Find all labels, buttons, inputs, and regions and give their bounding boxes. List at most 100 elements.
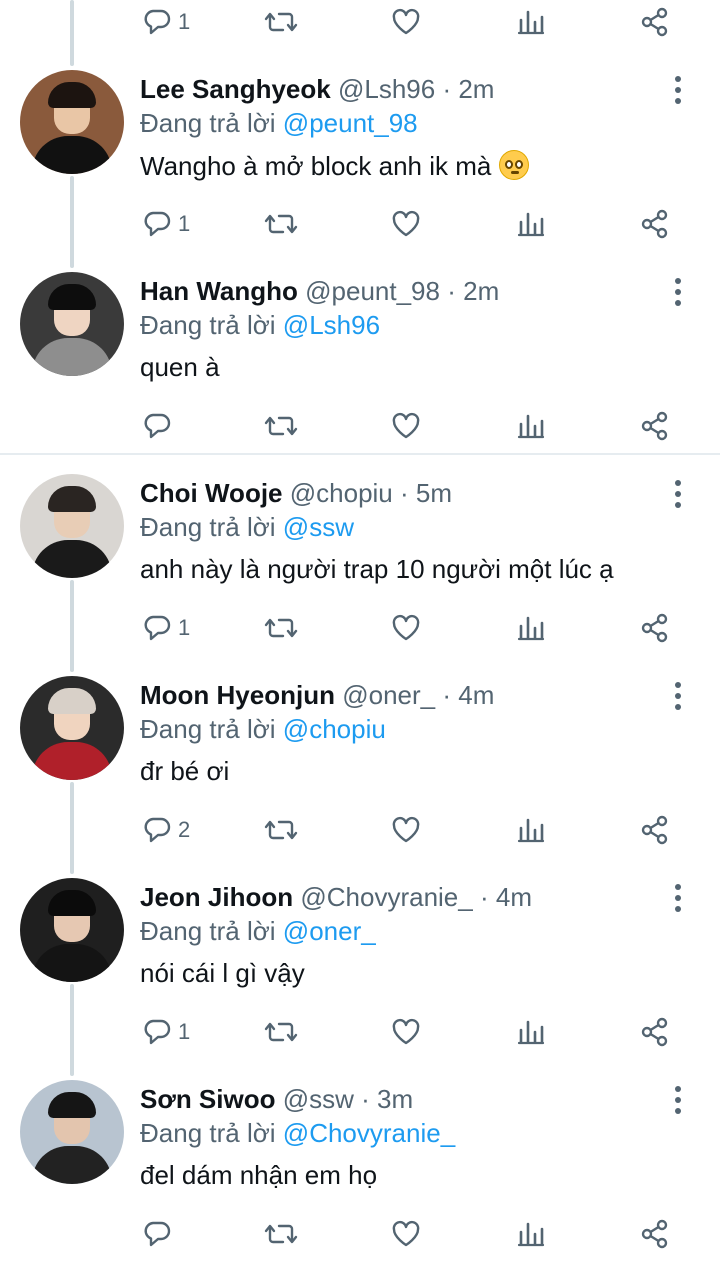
retweet-icon [264,209,298,239]
reply-icon [142,815,172,845]
tweet-text-content: nói cái l gì vậy [140,958,305,988]
mention-link[interactable]: @Lsh96 [283,310,380,340]
views-button[interactable] [517,606,545,650]
like-button[interactable] [390,606,422,650]
like-button[interactable] [390,202,422,246]
display-name[interactable]: Choi Wooje [140,478,283,508]
share-button[interactable] [640,1212,670,1256]
retweet-button[interactable] [264,404,298,448]
like-button[interactable] [390,1010,422,1054]
retweet-button[interactable] [264,202,298,246]
reply-button[interactable]: 1 [142,606,190,650]
reply-button[interactable]: 1 [142,1010,190,1054]
handle[interactable]: @Lsh96 [338,74,435,104]
mention-link[interactable]: @peunt_98 [283,108,418,138]
reply-button[interactable]: 1 [142,0,190,44]
more-options-button[interactable] [664,678,692,714]
retweet-button[interactable] [264,1212,298,1256]
more-options-button[interactable] [664,1082,692,1118]
share-button[interactable] [640,606,670,650]
display-name[interactable]: Jeon Jihoon [140,882,293,912]
tweet-actions: 1 [0,202,720,246]
avatar[interactable] [20,878,124,982]
tweet[interactable]: Jeon Jihoon @Chovyranie_ · 4m Đang trả l… [0,878,720,998]
tweet-text-content: anh này là người trap 10 người một lúc ạ [140,554,614,584]
retweet-button[interactable] [264,606,298,650]
timestamp[interactable]: 2m [458,74,494,104]
retweet-icon [264,815,298,845]
share-icon [640,7,670,37]
timestamp[interactable]: 3m [377,1084,413,1114]
tweet[interactable]: Sơn Siwoo @ssw · 3m Đang trả lời @Chovyr… [0,1080,720,1200]
tweet[interactable]: Lee Sanghyeok @Lsh96 · 2m Đang trả lời @… [0,70,720,190]
handle[interactable]: @peunt_98 [305,276,440,306]
more-options-button[interactable] [664,476,692,512]
retweet-button[interactable] [264,808,298,852]
display-name[interactable]: Sơn Siwoo [140,1084,275,1114]
mention-link[interactable]: @Chovyranie_ [283,1118,455,1148]
views-button[interactable] [517,404,545,448]
bar-chart-icon [517,210,545,238]
tweet-header: Sơn Siwoo @ssw · 3m [140,1084,413,1115]
share-button[interactable] [640,1010,670,1054]
share-button[interactable] [640,202,670,246]
heart-icon [390,209,422,239]
handle[interactable]: @oner_ [342,680,435,710]
tweet[interactable]: Moon Hyeonjun @oner_ · 4m Đang trả lời @… [0,676,720,796]
tweet-text: đr bé ơi [140,756,229,787]
mention-link[interactable]: @chopiu [283,714,386,744]
bar-chart-icon [517,614,545,642]
avatar[interactable] [20,474,124,578]
views-button[interactable] [517,1010,545,1054]
bar-chart-icon [517,412,545,440]
timestamp[interactable]: 2m [463,276,499,306]
replying-to-label: Đang trả lời [140,714,276,744]
display-name[interactable]: Han Wangho [140,276,298,306]
display-name[interactable]: Moon Hyeonjun [140,680,335,710]
views-button[interactable] [517,202,545,246]
tweet[interactable]: Choi Wooje @chopiu · 5m Đang trả lời @ss… [0,474,720,594]
views-button[interactable] [517,808,545,852]
retweet-button[interactable] [264,1010,298,1054]
share-button[interactable] [640,404,670,448]
share-button[interactable] [640,808,670,852]
reply-button[interactable] [142,1212,178,1256]
share-button[interactable] [640,0,670,44]
avatar[interactable] [20,676,124,780]
handle[interactable]: @ssw [283,1084,354,1114]
reply-button[interactable]: 1 [142,202,190,246]
views-button[interactable] [517,1212,545,1256]
timestamp[interactable]: 5m [416,478,452,508]
more-options-button[interactable] [664,274,692,310]
like-button[interactable] [390,808,422,852]
timestamp[interactable]: 4m [458,680,494,710]
views-button[interactable] [517,0,545,44]
tweet-header: Choi Wooje @chopiu · 5m [140,478,452,509]
tweet-actions [0,1212,720,1256]
more-options-button[interactable] [664,72,692,108]
handle[interactable]: @Chovyranie_ [300,882,472,912]
tweet-actions [0,404,720,448]
reply-button[interactable]: 2 [142,808,190,852]
reply-button[interactable] [142,404,178,448]
avatar[interactable] [20,272,124,376]
share-icon [640,209,670,239]
separator-dot: · [479,882,489,912]
replying-to: Đang trả lời @Lsh96 [140,310,380,341]
avatar[interactable] [20,1080,124,1184]
retweet-icon [264,613,298,643]
like-button[interactable] [390,0,422,44]
avatar[interactable] [20,70,124,174]
share-icon [640,1219,670,1249]
mention-link[interactable]: @ssw [283,512,354,542]
timestamp[interactable]: 4m [496,882,532,912]
handle[interactable]: @chopiu [290,478,393,508]
retweet-button[interactable] [264,0,298,44]
mention-link[interactable]: @oner_ [283,916,376,946]
display-name[interactable]: Lee Sanghyeok [140,74,331,104]
tweet[interactable]: Han Wangho @peunt_98 · 2m Đang trả lời @… [0,272,720,392]
like-button[interactable] [390,404,422,448]
like-button[interactable] [390,1212,422,1256]
reply-icon [142,7,172,37]
more-options-button[interactable] [664,880,692,916]
